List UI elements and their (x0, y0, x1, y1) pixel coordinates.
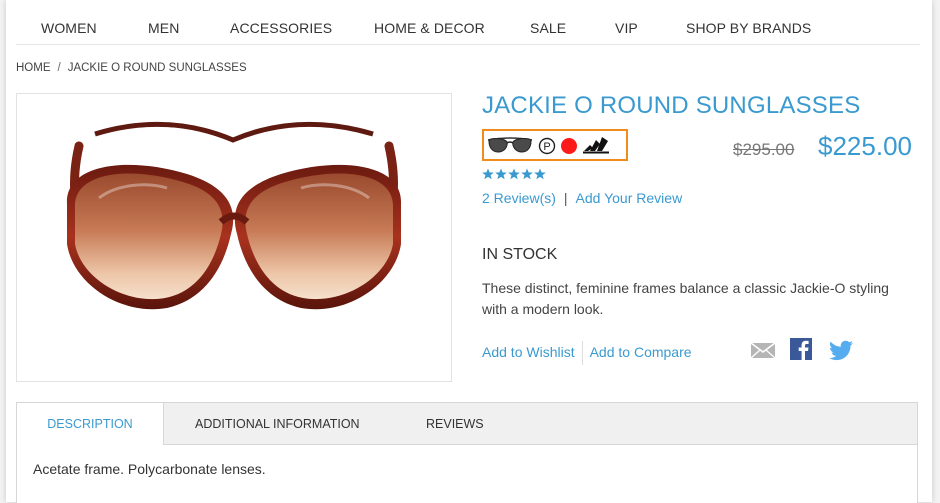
add-links-divider (581, 341, 583, 366)
nav-item-men[interactable]: MEN (148, 20, 179, 36)
breadcrumb-home-link[interactable]: HOME (16, 62, 51, 74)
old-price: $295.00 (733, 140, 795, 159)
svg-text:P: P (543, 141, 550, 153)
reviews-link[interactable]: 2 Review(s) (482, 190, 556, 206)
nav-item-shop-by-brands[interactable]: SHOP BY BRANDS (686, 20, 811, 36)
sunglasses-image (66, 121, 402, 310)
nav-item-home-decor[interactable]: HOME & DECOR (374, 20, 485, 36)
nav-item-accessories[interactable]: ACCESSORIES (230, 20, 332, 36)
nav-item-sale[interactable]: SALE (530, 20, 566, 36)
nav-item-vip[interactable]: VIP (615, 20, 638, 36)
sunglasses-icon[interactable] (486, 135, 534, 155)
special-price: $225.00 (818, 131, 912, 161)
email-icon[interactable] (750, 338, 776, 362)
add-to-compare-link[interactable]: Add to Compare (590, 339, 692, 365)
red-dot-icon[interactable] (560, 137, 578, 155)
add-to-wishlist-link[interactable]: Add to Wishlist (482, 339, 575, 365)
tab-additional-information[interactable]: ADDITIONAL INFORMATION (195, 403, 360, 444)
product-title: JACKIE O ROUND SUNGLASSES (482, 92, 861, 119)
facebook-icon[interactable] (790, 338, 814, 362)
p-logo-icon[interactable]: P (538, 137, 556, 155)
nav-item-women[interactable]: WOMEN (41, 20, 97, 36)
stock-status: IN STOCK (482, 246, 558, 263)
brand-swatch-box: P (482, 129, 628, 161)
product-tabs: DESCRIPTION ADDITIONAL INFORMATION REVIE… (16, 402, 918, 503)
tab-content-description: Acetate frame. Polycarbonate lenses. (33, 461, 266, 477)
twitter-icon[interactable] (829, 338, 855, 362)
breadcrumb-current: JACKIE O ROUND SUNGLASSES (67, 62, 247, 74)
short-description: These distinct, feminine frames balance … (482, 280, 889, 317)
tab-description[interactable]: DESCRIPTION (17, 403, 164, 445)
reviews-line: 2 Review(s) | Add Your Review (482, 190, 682, 206)
breadcrumb: HOME / JACKIE O ROUND SUNGLASSES (16, 62, 247, 74)
reviews-separator: | (563, 190, 568, 206)
product-image[interactable] (16, 93, 452, 382)
rating-stars (482, 168, 546, 180)
page: WOMEN MEN ACCESSORIES HOME & DECOR SALE … (6, 0, 932, 503)
add-review-link[interactable]: Add Your Review (576, 190, 683, 206)
add-to-links: Add to Wishlist Add to Compare (482, 339, 692, 366)
main-navigation: WOMEN MEN ACCESSORIES HOME & DECOR SALE … (16, 8, 920, 45)
three-stripes-logo-icon[interactable] (582, 135, 610, 155)
breadcrumb-separator: / (57, 62, 61, 74)
tab-reviews[interactable]: REVIEWS (426, 403, 484, 444)
